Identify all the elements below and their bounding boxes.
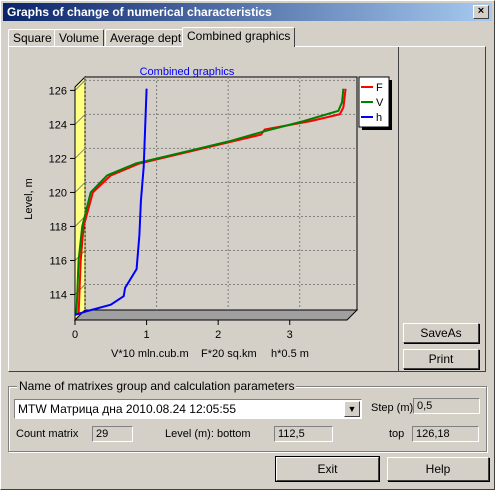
x-tick-label: 2	[215, 329, 221, 341]
level-bottom-label: Level (m): bottom	[165, 428, 251, 440]
y-tick-label: 118	[49, 221, 67, 233]
x-axis-label-volume: V*10 mln.cub.m	[111, 348, 189, 360]
chart-back-wall	[84, 76, 358, 311]
tab-square[interactable]: Square	[8, 29, 57, 46]
tab-average-depth[interactable]: Average depth	[105, 29, 193, 46]
exit-button[interactable]: Exit	[275, 456, 380, 482]
chart-legend: F V h	[358, 76, 392, 130]
count-matrix-field[interactable]: 29	[92, 426, 133, 442]
x-tick-label: 3	[287, 329, 293, 341]
matrix-group-value: MTW Матрица дна 2010.08.24 12:05:55	[18, 402, 237, 416]
chart-title: Combined graphics	[140, 66, 235, 78]
x-axis-label-area: F*20 sq.km	[201, 348, 257, 360]
step-field[interactable]: 0,5	[413, 398, 480, 414]
print-button[interactable]: Print	[403, 349, 479, 369]
close-button[interactable]: ×	[473, 5, 489, 19]
help-button[interactable]: Help	[387, 457, 489, 481]
y-tick-label: 122	[49, 153, 67, 165]
level-top-label: top	[389, 428, 405, 440]
y-tick-label: 124	[49, 119, 67, 131]
title-bar[interactable]: Graphs of change of numerical characteri…	[3, 3, 492, 21]
step-label: Step (m)	[371, 402, 414, 414]
x-axis-label-depth: h*0.5 m	[271, 348, 309, 360]
tab-combined-graphics[interactable]: Combined graphics	[182, 27, 296, 47]
tab-volume[interactable]: Volume	[54, 29, 105, 46]
chart-floor	[73, 309, 359, 321]
level-top-field[interactable]: 126,18	[412, 426, 479, 442]
params-group-legend: Name of matrixes group and calculation p…	[17, 379, 297, 393]
x-tick-label: 0	[72, 329, 78, 341]
legend-label-f: F	[376, 82, 383, 94]
tab-panel: Combined graphics Level, m V*10 mln.cub.…	[8, 46, 399, 372]
params-group: Name of matrixes group and calculation p…	[8, 379, 487, 452]
y-tick-label: 114	[49, 289, 67, 301]
window-title: Graphs of change of numerical characteri…	[7, 5, 272, 19]
y-tick-label: 126	[49, 85, 67, 97]
y-axis-label: Level, m	[23, 178, 35, 220]
save-as-button[interactable]: SaveAs	[403, 323, 479, 343]
dropdown-arrow-icon[interactable]: ▼	[344, 401, 360, 417]
legend-label-h: h	[376, 112, 382, 124]
matrix-group-select[interactable]: MTW Матрица дна 2010.08.24 12:05:55 ▼	[14, 399, 362, 419]
legend-label-v: V	[376, 97, 384, 109]
right-panel: SaveAs Print	[397, 46, 486, 372]
count-matrix-label: Count matrix	[16, 428, 79, 440]
y-tick-label: 120	[49, 187, 67, 199]
level-bottom-field[interactable]: 112,5	[274, 426, 333, 442]
combined-chart: Combined graphics Level, m V*10 mln.cub.…	[23, 66, 392, 360]
y-tick-label: 116	[49, 255, 67, 267]
x-tick-label: 1	[144, 329, 150, 341]
